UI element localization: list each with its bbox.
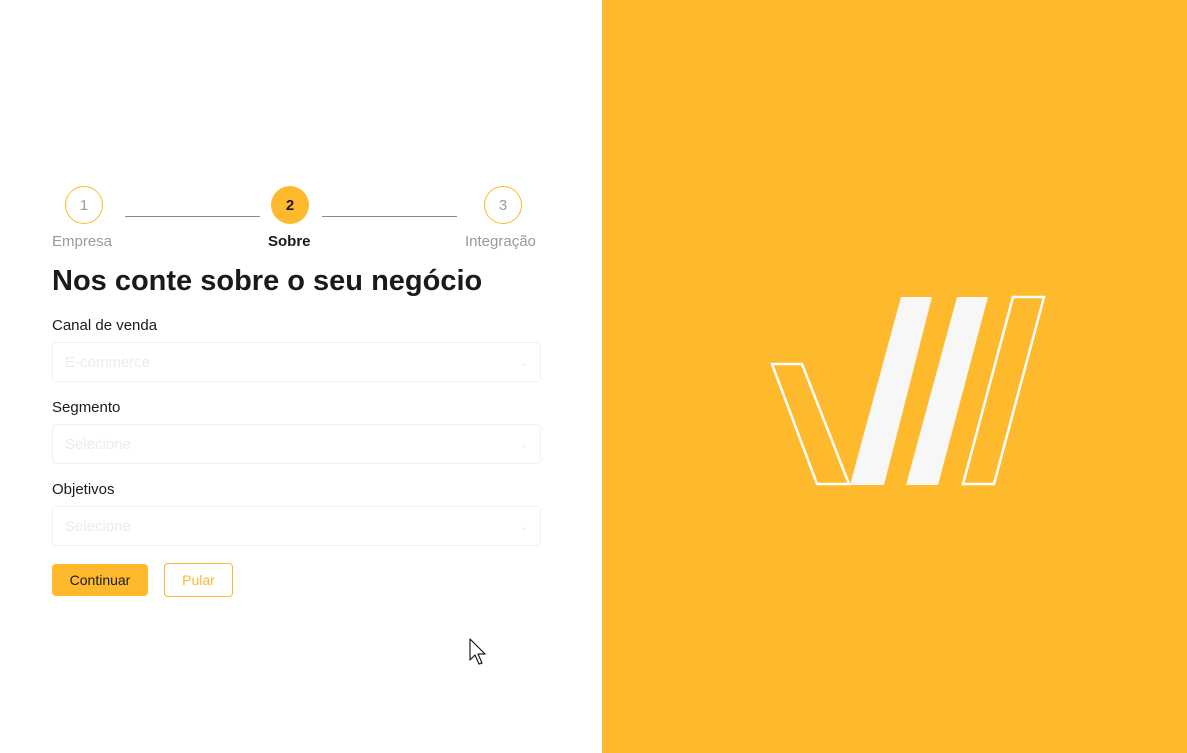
continue-button[interactable]: Continuar bbox=[52, 564, 148, 596]
step-1-label: Empresa bbox=[52, 233, 113, 250]
chevron-down-icon: ⌄ bbox=[518, 520, 528, 533]
chevron-down-icon: ⌄ bbox=[518, 356, 528, 369]
objectives-value: Selecione bbox=[65, 517, 131, 535]
logo-outline-stripe-left bbox=[770, 362, 851, 486]
step-3-circle[interactable]: 3 bbox=[484, 186, 522, 224]
skip-button[interactable]: Pular bbox=[164, 563, 233, 597]
objectives-select[interactable]: Selecione ⌄ bbox=[52, 506, 541, 546]
objectives-label: Objetivos bbox=[52, 481, 115, 498]
form-panel: 1 2 3 Empresa Sobre Integração Nos conte… bbox=[0, 0, 602, 753]
sales-channel-label: Canal de venda bbox=[52, 317, 158, 334]
onboarding-page: 1 2 3 Empresa Sobre Integração Nos conte… bbox=[0, 0, 1187, 753]
segment-value: Selecione bbox=[65, 435, 131, 453]
brand-logo bbox=[770, 295, 1046, 486]
sales-channel-select[interactable]: E-commerce ⌄ bbox=[52, 342, 541, 382]
step-connector-2 bbox=[322, 216, 457, 217]
sales-channel-value: E-commerce bbox=[65, 353, 151, 371]
mouse-cursor-icon bbox=[469, 638, 486, 665]
step-2-label: Sobre bbox=[268, 233, 311, 250]
step-connector-1 bbox=[125, 216, 260, 217]
brand-panel bbox=[602, 0, 1187, 753]
step-3-label: Integração bbox=[465, 233, 536, 250]
page-title: Nos conte sobre o seu negócio bbox=[52, 265, 483, 297]
chevron-down-icon: ⌄ bbox=[518, 438, 528, 451]
segment-label: Segmento bbox=[52, 399, 121, 416]
step-2-circle[interactable]: 2 bbox=[271, 186, 309, 224]
step-1-circle[interactable]: 1 bbox=[65, 186, 103, 224]
segment-select[interactable]: Selecione ⌄ bbox=[52, 424, 541, 464]
